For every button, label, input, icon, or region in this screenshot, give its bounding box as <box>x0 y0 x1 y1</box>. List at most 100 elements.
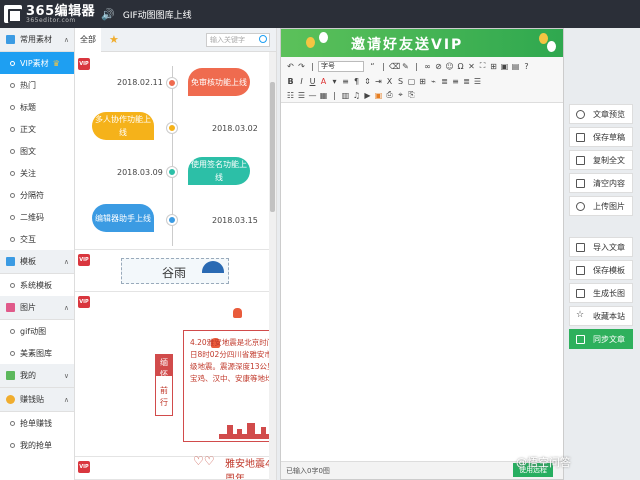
template-insert-icon[interactable]: ⎘ <box>406 90 417 100</box>
sidebar-item-hot[interactable]: 热门 <box>0 74 74 96</box>
eraser-icon[interactable]: ⌫ <box>389 62 400 71</box>
emotion-icon[interactable]: ☺ <box>444 62 455 71</box>
send-icon <box>576 334 585 344</box>
video-icon[interactable]: ▶ <box>362 91 373 100</box>
logo[interactable]: 365编辑器 365editor.com <box>26 5 95 24</box>
invite-banner[interactable]: 邀请好友送VIP <box>281 29 563 57</box>
underline-icon[interactable]: U <box>307 77 318 86</box>
align-right-icon[interactable]: ≣ <box>461 77 472 86</box>
paragraph-icon[interactable]: ¶ <box>351 77 362 86</box>
help-icon[interactable]: ? <box>521 62 532 71</box>
table-insert-icon[interactable]: ▦ <box>318 91 329 100</box>
code-icon[interactable]: ⊞ <box>488 62 499 71</box>
sidebar-item-image-text[interactable]: 图文 <box>0 140 74 162</box>
italic-icon[interactable]: I <box>296 77 307 86</box>
font-size-select[interactable]: 字号 <box>318 60 364 72</box>
upload-image-button[interactable]: 上传图片 <box>569 196 633 216</box>
sidebar-item-interactive[interactable]: 交互 <box>0 228 74 250</box>
column-icon[interactable]: ▥ <box>340 91 351 100</box>
save-template-button[interactable]: 保存模板 <box>569 260 633 280</box>
sidebar-item-gif[interactable]: gif动图 <box>0 320 74 342</box>
grid-icon <box>6 35 15 44</box>
music-icon[interactable]: ♫ <box>351 91 362 100</box>
sidebar-item-label: 图文 <box>20 146 36 156</box>
search-input[interactable]: 输入关键字 <box>206 33 270 47</box>
sync-article-button[interactable]: 同步文章 <box>569 329 633 349</box>
unordered-list-icon[interactable]: ☰ <box>296 91 307 100</box>
map-icon[interactable]: ⌖ <box>395 90 406 100</box>
font-color-icon[interactable]: A <box>318 77 329 86</box>
sidebar-item-label: 美素图库 <box>20 348 52 358</box>
border-icon[interactable]: ▢ <box>406 77 417 86</box>
copy-all-button[interactable]: 复制全文 <box>569 150 633 170</box>
align-left-icon[interactable]: ≣ <box>439 77 450 86</box>
link-icon[interactable]: ∞ <box>422 62 433 71</box>
tab-all[interactable]: 全部 <box>75 28 101 52</box>
sidebar-item-title[interactable]: 标题 <box>0 96 74 118</box>
sidebar-item-grab-order[interactable]: 抢单赚钱 <box>0 412 74 434</box>
sidebar-item-qrcode[interactable]: 二维码 <box>0 206 74 228</box>
timeline-card[interactable]: VIP 2018.02.11 免审核功能上线 多人协作功能上线 2018.03.… <box>75 52 270 250</box>
editor-content-area[interactable] <box>281 104 563 462</box>
sidebar-item-vip[interactable]: VIP素材 ♛ <box>0 52 74 74</box>
save-draft-button[interactable]: 保存草稿 <box>569 127 633 147</box>
special-char-icon[interactable]: Ω <box>455 62 466 71</box>
bookmark-site-button[interactable]: ☆ 收藏本站 <box>569 306 633 326</box>
sidebar-item-my-orders[interactable]: 我的抢单 <box>0 434 74 456</box>
next-card[interactable]: VIP <box>75 457 270 480</box>
generate-long-image-button[interactable]: 生成长图 <box>569 283 633 303</box>
import-article-button[interactable]: 导入文章 <box>569 237 633 257</box>
line-height-icon[interactable]: ≡ <box>340 77 351 86</box>
ordered-list-icon[interactable]: ☷ <box>285 91 296 100</box>
sidebar-item-divider[interactable]: 分隔符 <box>0 184 74 206</box>
bold-icon[interactable]: B <box>285 77 296 86</box>
preview-icon[interactable]: ▣ <box>499 62 510 71</box>
search-icon[interactable] <box>259 35 267 43</box>
chevron-up-icon: ∧ <box>63 36 69 44</box>
fullscreen-icon[interactable]: ⛶ <box>477 61 488 71</box>
preview-button[interactable]: 文章预览 <box>569 104 633 124</box>
attachment-icon[interactable]: ⎙ <box>384 90 395 100</box>
bullet-icon <box>10 442 15 448</box>
clear-content-button[interactable]: 清空内容 <box>569 173 633 193</box>
image-icon[interactable]: ▤ <box>510 62 521 71</box>
sidebar-item-system-template[interactable]: 系统模板 <box>0 274 74 296</box>
bullet-icon <box>10 126 15 132</box>
redo-icon[interactable]: ↷ <box>296 62 307 71</box>
sidebar-group-common[interactable]: 常用素材 ∧ <box>0 28 74 52</box>
superscript-icon[interactable]: X <box>384 77 395 86</box>
highlight-icon[interactable]: ▾ <box>329 77 340 86</box>
sidebar-item-photo-library[interactable]: 美素图库 <box>0 342 74 364</box>
sidebar-item-follow[interactable]: 关注 <box>0 162 74 184</box>
star-icon[interactable]: ★ <box>109 33 119 46</box>
scrollbar-thumb[interactable] <box>270 82 275 212</box>
clear-icon[interactable]: ✕ <box>466 62 477 71</box>
table-icon[interactable]: ⊞ <box>417 77 428 86</box>
strikethrough-icon[interactable]: S <box>395 77 406 86</box>
align-center-icon[interactable]: ≡ <box>450 77 461 86</box>
sidebar-group-earn[interactable]: 赚钱贴 ∧ <box>0 388 74 412</box>
horizontal-rule-icon[interactable]: — <box>307 91 318 100</box>
action-label: 收藏本站 <box>593 311 625 321</box>
scrollbar[interactable] <box>269 52 276 480</box>
indent-icon[interactable]: ⇥ <box>373 77 384 86</box>
quote-icon[interactable]: “ <box>367 62 378 71</box>
format-brush-icon[interactable]: ⌁ <box>428 77 439 86</box>
balloon-icon <box>319 32 328 43</box>
image-upload-icon[interactable]: ▣ <box>373 91 384 100</box>
undo-icon[interactable]: ↶ <box>285 62 296 71</box>
action-panel: 文章预览 保存草稿 复制全文 清空内容 上传图片 导入文章 保存模板 生成长图 … <box>569 104 633 352</box>
announcement-text[interactable]: GIF动图图库上线 <box>123 8 192 21</box>
action-label: 生成长图 <box>593 288 625 298</box>
sidebar-item-body[interactable]: 正文 <box>0 118 74 140</box>
brush-icon[interactable]: ✎ <box>400 62 411 71</box>
sidebar-group-template[interactable]: 模板 ∧ <box>0 250 74 274</box>
spacing-icon[interactable]: ⇕ <box>362 77 373 86</box>
unlink-icon[interactable]: ⊘ <box>433 62 444 71</box>
justify-icon[interactable]: ☰ <box>472 77 483 86</box>
sidebar-group-images[interactable]: 图片 ∧ <box>0 296 74 320</box>
separator-icon: | <box>333 90 336 100</box>
separator-icon: | <box>415 61 418 71</box>
sidebar-group-mine[interactable]: 我的 ∨ <box>0 364 74 388</box>
timeline-date: 2018.02.11 <box>117 78 163 87</box>
